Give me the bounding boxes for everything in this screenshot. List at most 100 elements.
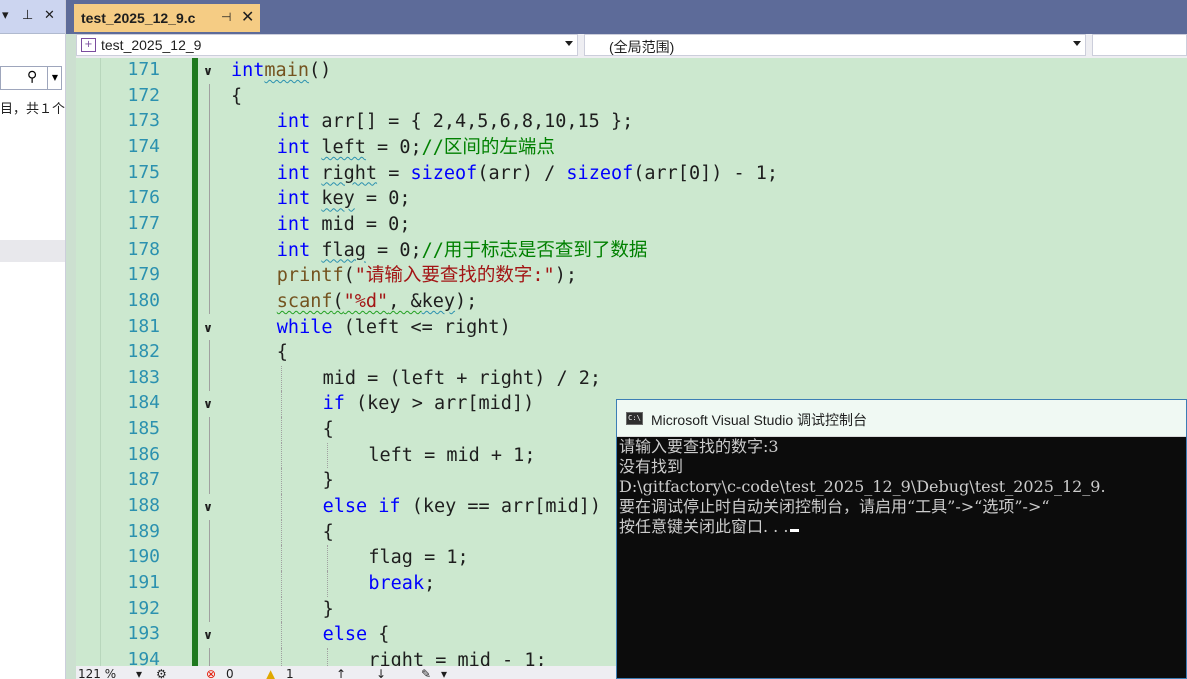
code-token: key — [421, 290, 456, 312]
code-token: mid = (left + right) / 2; — [322, 367, 602, 389]
tab-test-2025-12-9-c[interactable]: test_2025_12_9.c ⊣ ✕ — [74, 4, 260, 32]
fold-guide-line — [209, 647, 210, 666]
line-number: 177 — [127, 212, 160, 234]
code-token: flag = 1; — [368, 547, 469, 569]
indent-guide — [280, 596, 282, 623]
search-icon[interactable]: ⚲ — [27, 69, 37, 85]
solution-search-input[interactable]: ⚲ ▼ — [0, 66, 62, 90]
solution-explorer-panel: ▾ ⊥ ✕ ⚲ ▼ 目，共１个 — [0, 0, 66, 679]
indent-guide — [280, 417, 282, 443]
code-line[interactable]: 175 int right = sizeof(arr) / sizeof(arr[… — [76, 160, 1187, 187]
line-number: 175 — [127, 161, 160, 183]
code-token: scanf — [276, 290, 333, 312]
code-line[interactable]: 179 printf("请输入要查找的数字:"); — [76, 263, 1187, 289]
close-icon[interactable]: ✕ — [241, 7, 254, 26]
code-text: mid = (left + right) / 2; — [323, 366, 601, 391]
code-text: int key = 0; — [277, 186, 411, 211]
line-number: 191 — [127, 572, 160, 593]
health-icon[interactable]: ⚙ — [156, 667, 167, 679]
code-line[interactable]: 172 { — [76, 83, 1187, 110]
line-number: 187 — [127, 469, 160, 491]
code-text: { — [231, 84, 242, 109]
fold-chevron-icon[interactable]: ∨ — [200, 321, 216, 335]
member-dropdown[interactable] — [1092, 34, 1187, 56]
pin-icon[interactable]: ⊣ — [221, 10, 231, 24]
console-line-text: 按任意键关闭此窗口. . . — [619, 517, 789, 536]
arrow-up-icon[interactable]: ↑ — [336, 667, 346, 679]
code-token: (left <= right) — [332, 316, 511, 338]
line-number: 185 — [127, 418, 160, 440]
fold-guide-line — [209, 442, 210, 469]
console-output[interactable]: 请输入要查找的数字:3 没有找到 D:\gitfactory\c-code\te… — [617, 437, 1186, 678]
chevron-down-icon[interactable]: ▼ — [47, 66, 62, 89]
scope-dropdown-label: (全局范围) — [609, 39, 675, 55]
code-line[interactable]: 177 int mid = 0; — [76, 211, 1187, 238]
code-token: break — [368, 573, 425, 594]
code-token: sizeof — [410, 162, 478, 184]
code-text: int arr[] = { 2,4,5,6,8,10,15 }; — [277, 109, 633, 134]
code-text: right = mid - 1; — [368, 648, 546, 666]
indent-guide — [280, 571, 282, 597]
code-line[interactable]: 181 ∨ while (left <= right) — [76, 315, 1187, 341]
console-title: Microsoft Visual Studio 调试控制台 — [651, 412, 868, 428]
line-number: 186 — [127, 443, 160, 465]
code-line[interactable]: 176 int key = 0; — [76, 186, 1187, 212]
code-token: printf — [276, 265, 344, 287]
line-number: 189 — [127, 520, 160, 542]
indent-guide — [280, 622, 282, 648]
code-token: (key > arr[mid]) — [344, 393, 535, 415]
close-icon[interactable]: ✕ — [44, 8, 55, 23]
project-icon: + — [81, 38, 96, 52]
pin-icon[interactable]: ⊥ — [22, 8, 33, 23]
code-token: () — [308, 60, 332, 81]
brush-icon[interactable]: ✎ — [421, 667, 431, 679]
code-text: { — [323, 520, 334, 545]
error-icon[interactable]: ⊗ — [206, 667, 216, 679]
code-line[interactable]: 171 ∨ intmain() — [76, 58, 1187, 84]
line-number: 181 — [127, 315, 160, 337]
code-token: main — [264, 60, 309, 81]
indent-guide — [280, 365, 282, 392]
code-token: //区间的左端点 — [421, 136, 555, 158]
code-token: } — [322, 470, 334, 492]
console-titlebar[interactable]: C:\ Microsoft Visual Studio 调试控制台 — [617, 400, 1186, 437]
document-tab-bar: test_2025_12_9.c ⊣ ✕ — [66, 0, 1187, 34]
arrow-down-icon[interactable]: ↓ — [376, 667, 386, 679]
line-number: 192 — [127, 597, 160, 619]
dropdown-icon[interactable]: ▾ — [2, 8, 9, 23]
code-line[interactable]: 180 scanf("%d", &key); — [76, 288, 1187, 315]
fold-chevron-icon[interactable]: ∨ — [200, 500, 216, 514]
code-line[interactable]: 178 int flag = 0;//用于标志是否查到了数据 — [76, 237, 1187, 264]
code-token: int — [276, 162, 311, 184]
code-token: { — [322, 521, 334, 543]
debug-console-window[interactable]: C:\ Microsoft Visual Studio 调试控制台 请输入要查找… — [616, 399, 1187, 679]
code-line[interactable]: 182 { — [76, 340, 1187, 366]
selected-tree-item[interactable] — [0, 240, 65, 262]
chevron-down-icon[interactable]: ▾ — [136, 667, 142, 679]
fold-guide-line — [209, 417, 210, 443]
code-token: if — [378, 496, 401, 518]
scope-dropdown[interactable]: (全局范围) — [584, 34, 1086, 56]
project-dropdown[interactable]: + test_2025_12_9 — [76, 34, 578, 56]
error-count[interactable]: 0 — [226, 667, 234, 679]
chevron-down-icon[interactable]: ▾ — [441, 667, 447, 679]
zoom-level[interactable]: 121 % — [78, 667, 116, 679]
code-token: int — [276, 136, 311, 158]
project-dropdown-label: test_2025_12_9 — [101, 37, 202, 53]
code-line[interactable]: 174 int left = 0;//区间的左端点 — [76, 134, 1187, 161]
code-token: int — [276, 188, 311, 210]
indent-guide — [280, 391, 282, 418]
code-token: ( — [332, 290, 344, 312]
fold-chevron-icon[interactable]: ∨ — [200, 397, 216, 411]
warning-icon[interactable]: ▲ — [266, 667, 275, 679]
warning-count[interactable]: 1 — [286, 667, 294, 679]
fold-chevron-icon[interactable]: ∨ — [200, 64, 216, 78]
fold-chevron-icon[interactable]: ∨ — [200, 628, 216, 642]
code-line[interactable]: 173 int arr[] = { 2,4,5,6,8,10,15 }; — [76, 109, 1187, 135]
code-text: else { — [323, 622, 390, 647]
code-token: ( — [343, 265, 355, 287]
code-token: { — [231, 85, 243, 107]
code-line[interactable]: 183 mid = (left + right) / 2; — [76, 365, 1187, 392]
line-number: 174 — [127, 135, 160, 157]
